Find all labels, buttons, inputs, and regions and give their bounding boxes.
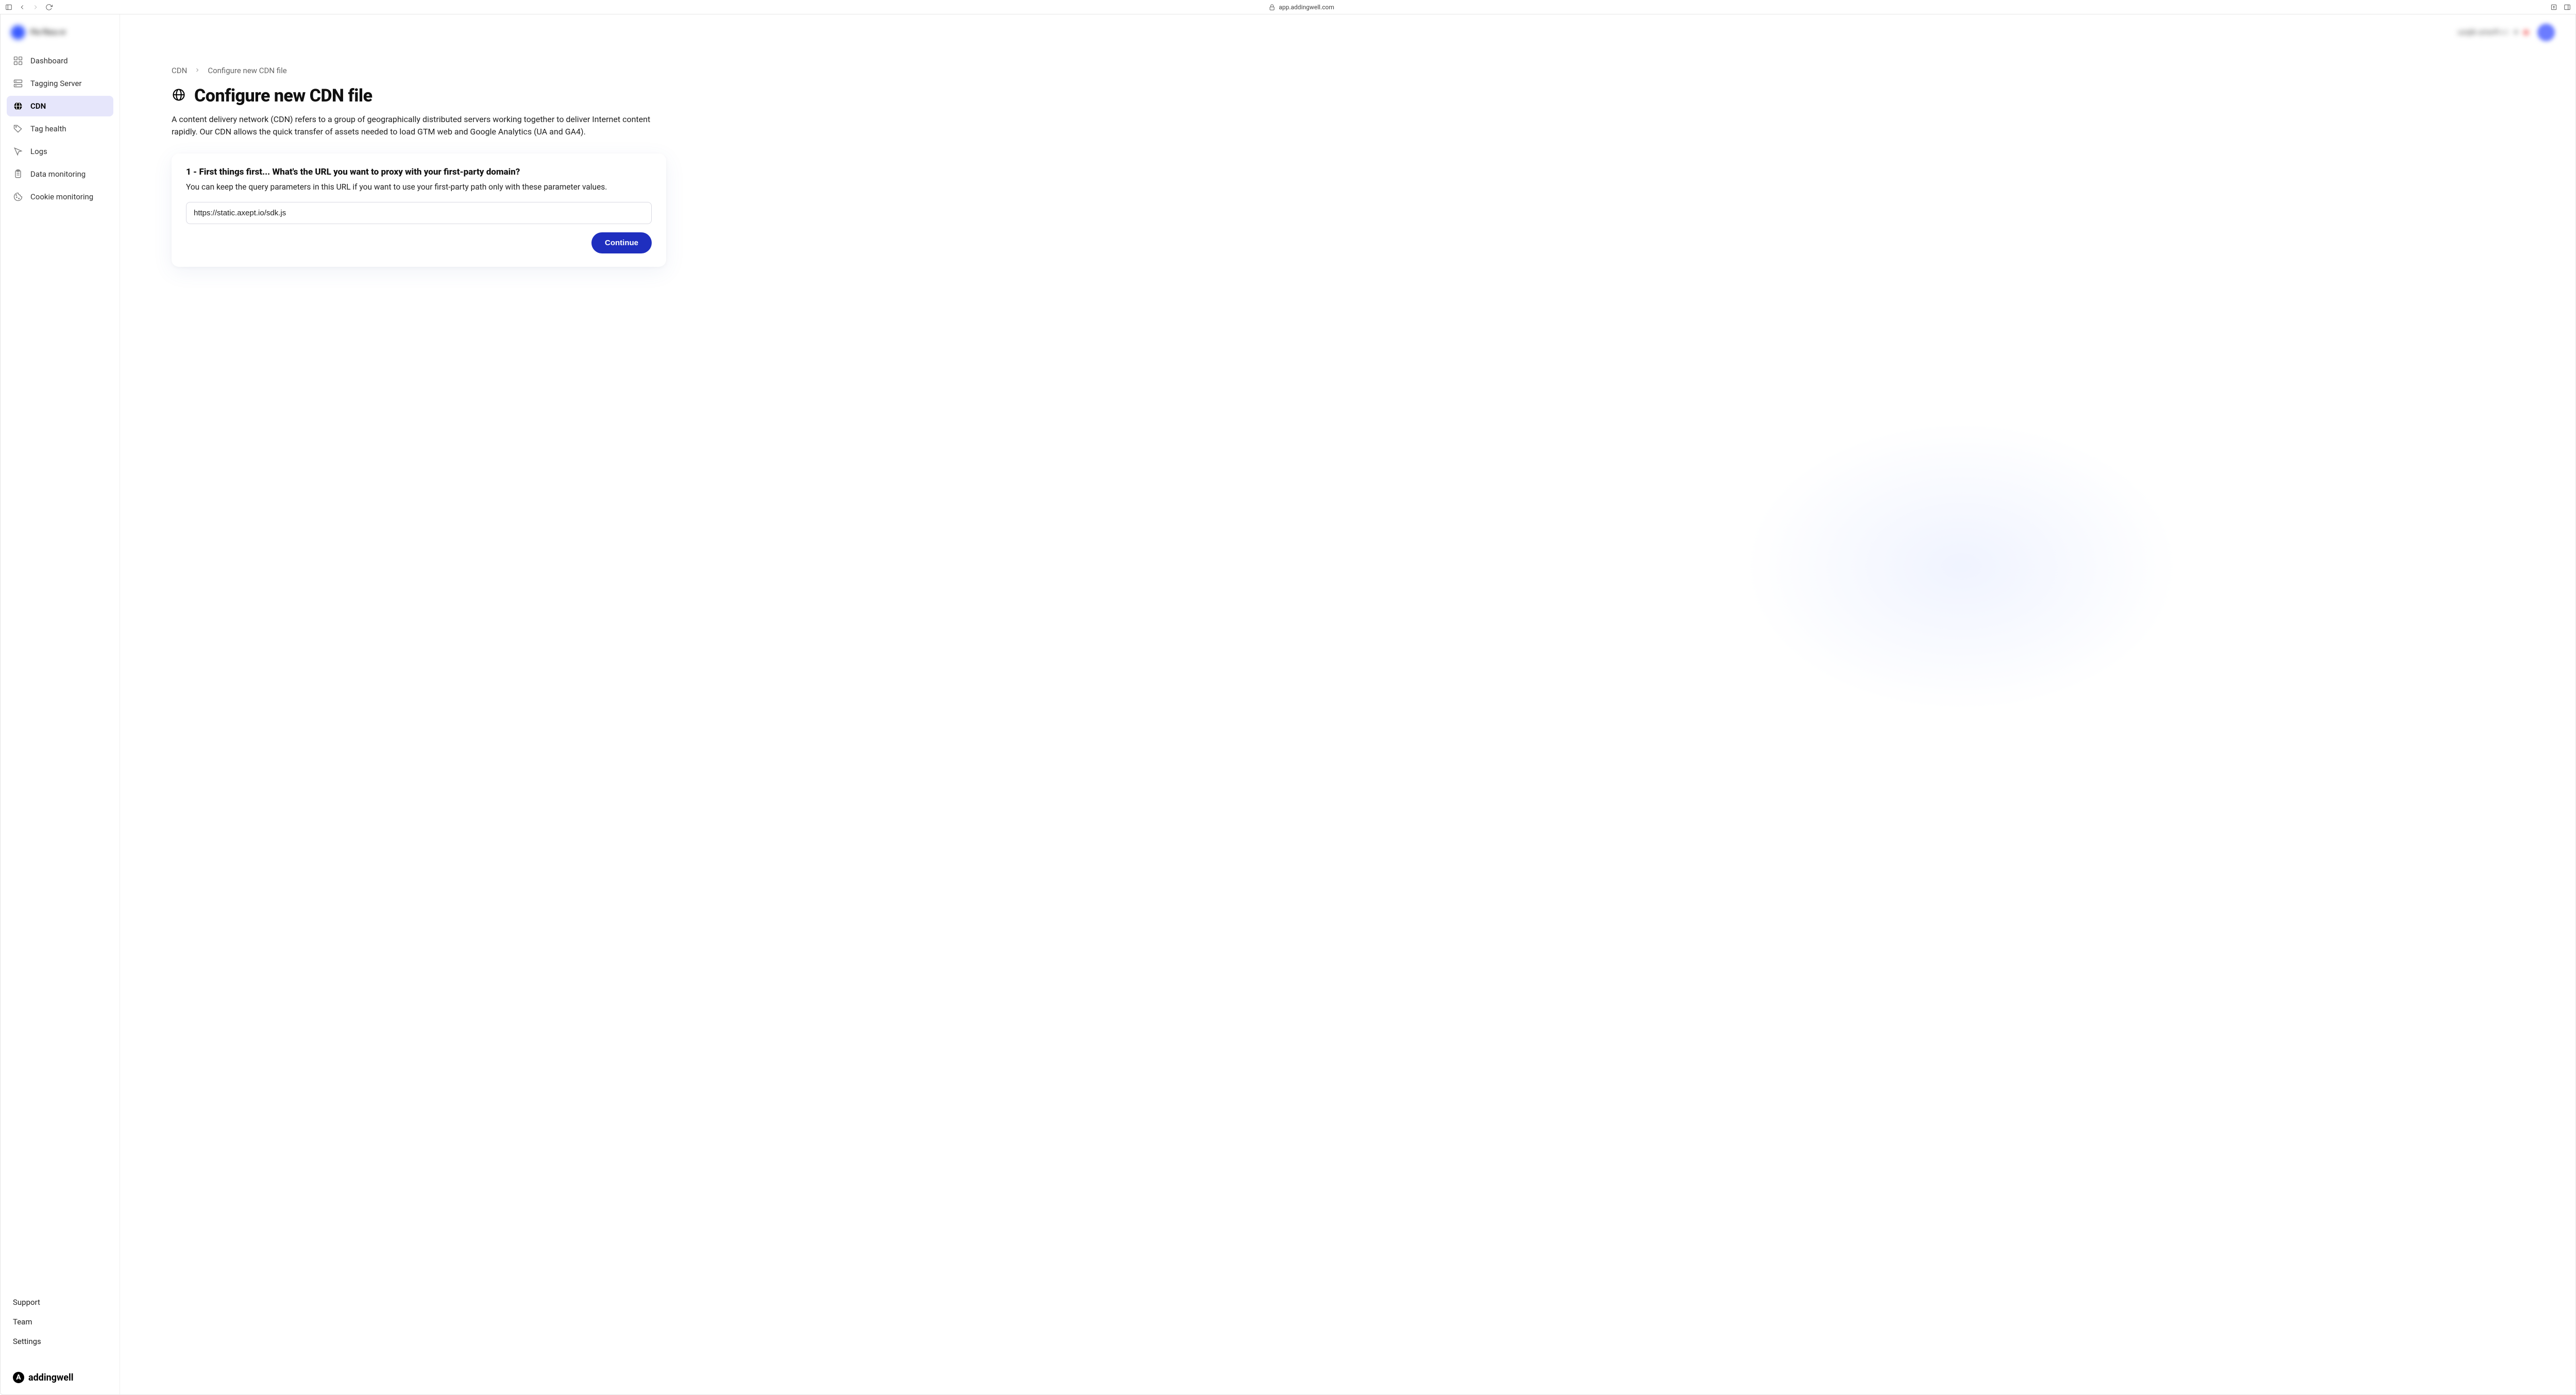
- sidebar-link-support[interactable]: Support: [13, 1292, 107, 1312]
- clipboard-icon: [13, 169, 23, 179]
- sidebar-link-team[interactable]: Team: [13, 1312, 107, 1332]
- sidebar-item-label: Logs: [30, 147, 47, 156]
- page-title: Configure new CDN file: [194, 86, 372, 106]
- chevron-down-icon: ▾: [2514, 28, 2518, 37]
- cookie-icon: [13, 192, 23, 202]
- sidebar-item-label: Tag health: [30, 124, 66, 133]
- tabs-icon[interactable]: [2564, 4, 2571, 11]
- page-description: A content delivery network (CDN) refers …: [172, 113, 666, 138]
- sidebar-toggle-icon[interactable]: [5, 4, 12, 11]
- globe-icon: [172, 88, 186, 104]
- share-icon[interactable]: [2550, 4, 2557, 11]
- brand-logo: A addingwell: [1, 1362, 120, 1394]
- breadcrumb-current: Configure new CDN file: [208, 66, 286, 75]
- workspace-name: Flo Fbcu vr: [30, 28, 66, 37]
- topbar: uzxjik umxrft v i ▾: [120, 14, 2575, 50]
- sidebar-item-tagging-server[interactable]: Tagging Server: [7, 73, 113, 94]
- account-name: uzxjik umxrft v i: [2458, 28, 2508, 37]
- step1-description: You can keep the query parameters in thi…: [186, 182, 652, 192]
- step1-card: 1 - First things first... What's the URL…: [172, 154, 666, 267]
- sidebar: Flo Fbcu vr Dashboard Tagging Server: [1, 14, 120, 1394]
- forward-icon[interactable]: [32, 4, 39, 11]
- user-avatar[interactable]: [2537, 24, 2555, 41]
- server-icon: [13, 78, 23, 89]
- main-content: uzxjik umxrft v i ▾ CDN Configure new CD…: [120, 14, 2575, 1394]
- reload-icon[interactable]: [45, 4, 53, 11]
- address-bar[interactable]: app.addingwell.com: [58, 4, 2545, 11]
- workspace-switcher[interactable]: Flo Fbcu vr: [1, 14, 120, 50]
- sidebar-item-dashboard[interactable]: Dashboard: [7, 50, 113, 71]
- tag-icon: [13, 124, 23, 134]
- account-menu[interactable]: uzxjik umxrft v i ▾: [2458, 28, 2528, 37]
- continue-button[interactable]: Continue: [591, 232, 652, 253]
- brand-text: addingwell: [28, 1372, 74, 1383]
- sidebar-item-label: Cookie monitoring: [30, 192, 93, 201]
- globe-icon: [13, 101, 23, 111]
- brand-mark-icon: A: [13, 1372, 24, 1383]
- proxy-url-input[interactable]: [186, 202, 652, 224]
- workspace-avatar: [11, 25, 25, 40]
- breadcrumb: CDN Configure new CDN file: [172, 66, 666, 75]
- dashboard-icon: [13, 56, 23, 66]
- url-text: app.addingwell.com: [1279, 4, 1334, 11]
- sidebar-item-logs[interactable]: Logs: [7, 141, 113, 162]
- sidebar-nav: Dashboard Tagging Server CDN Tag health: [1, 50, 120, 1292]
- cursor-icon: [13, 146, 23, 157]
- sidebar-item-label: Tagging Server: [30, 79, 82, 88]
- browser-chrome: app.addingwell.com: [0, 0, 2576, 14]
- sidebar-item-tag-health[interactable]: Tag health: [7, 118, 113, 139]
- notification-dot-icon: [2524, 30, 2528, 35]
- sidebar-item-label: CDN: [30, 101, 46, 111]
- back-icon[interactable]: [19, 4, 26, 11]
- sidebar-bottom-links: Support Team Settings: [1, 1292, 120, 1362]
- breadcrumb-root[interactable]: CDN: [172, 66, 187, 75]
- lock-icon: [1268, 4, 1276, 11]
- step1-title: 1 - First things first... What's the URL…: [186, 167, 652, 177]
- sidebar-item-cookie-monitoring[interactable]: Cookie monitoring: [7, 186, 113, 207]
- sidebar-item-data-monitoring[interactable]: Data monitoring: [7, 164, 113, 184]
- sidebar-item-label: Dashboard: [30, 56, 68, 65]
- sidebar-link-settings[interactable]: Settings: [13, 1332, 107, 1351]
- sidebar-item-label: Data monitoring: [30, 169, 86, 179]
- chevron-right-icon: [194, 66, 200, 75]
- sidebar-item-cdn[interactable]: CDN: [7, 96, 113, 116]
